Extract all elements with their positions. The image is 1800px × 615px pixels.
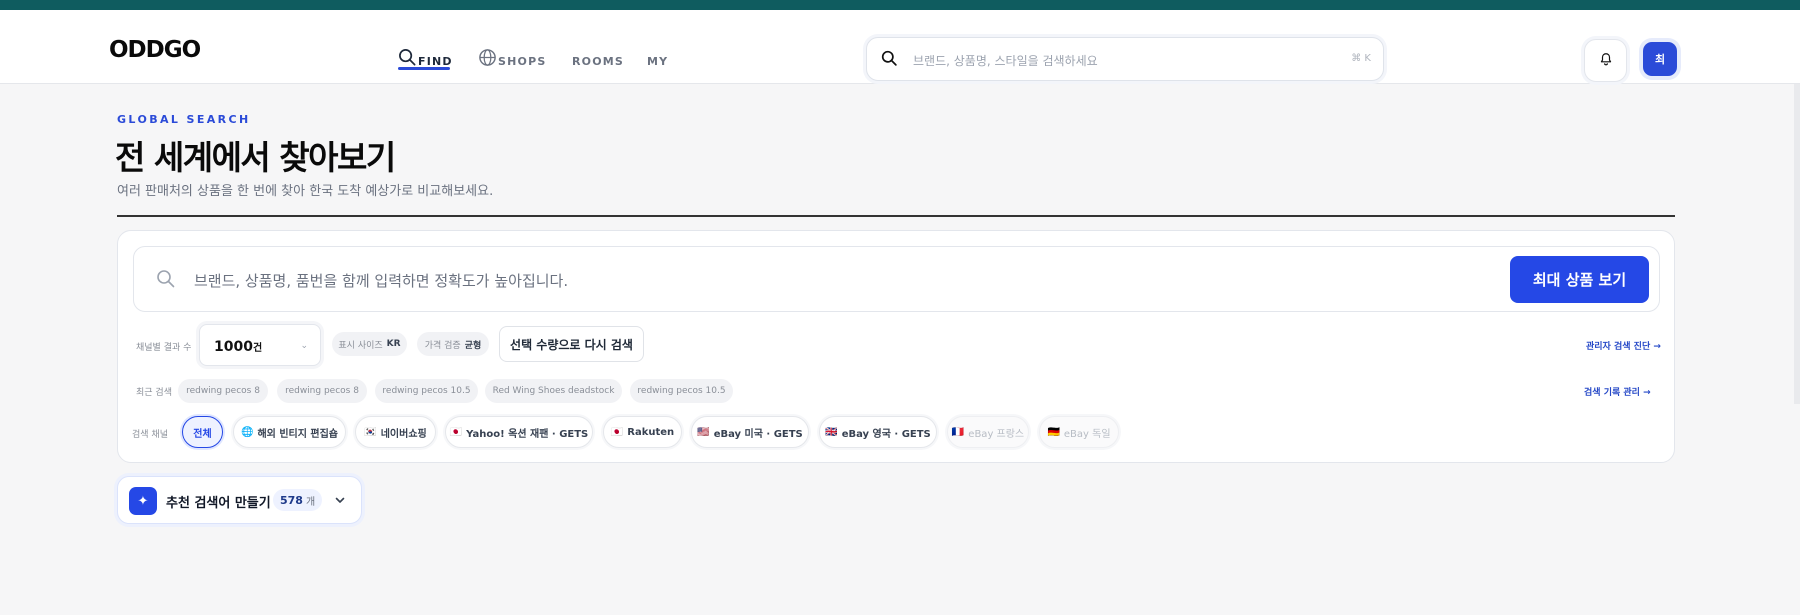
recommend-count-unit: 개 (305, 496, 316, 508)
nav-rooms-label: ROOMS (572, 55, 625, 68)
channel-label: eBay 프랑스 (968, 428, 1025, 440)
chevron-down-icon: ⌄ (300, 341, 308, 351)
top-accent-strip (0, 0, 1800, 10)
nav-rooms[interactable]: ROOMS (572, 40, 624, 70)
page-subtitle: 여러 판매처의 상품을 한 번에 찾아 한국 도착 예상가로 비교해보세요. (117, 184, 494, 199)
search-icon (156, 269, 176, 293)
globe-icon (478, 48, 497, 70)
channel-chip-naver[interactable]: 🇰🇷 네이버쇼핑 (355, 416, 436, 448)
price-check-label: 가격 검증 (424, 340, 461, 351)
sparkle-icon: ✦ (129, 487, 157, 515)
channel-label: eBay 미국 · GETS (713, 428, 803, 440)
results-per-channel-select[interactable]: 1000건 ⌄ (199, 324, 321, 366)
channel-chip-ebay-us[interactable]: 🇺🇸 eBay 미국 · GETS (691, 416, 809, 448)
recommend-keywords-toggle[interactable]: ✦ 추천 검색어 만들기 578 개 (117, 476, 362, 524)
uk-flag-icon: 🇬🇧 (825, 426, 838, 438)
results-per-channel-unit: 건 (252, 343, 263, 354)
recent-search-item[interactable]: redwing pecos 10.5 (630, 379, 733, 403)
search-history-link[interactable]: 검색 기록 관리 → (1584, 385, 1651, 398)
recommend-count-badge: 578 개 (273, 489, 323, 511)
price-check-value: 균형 (464, 340, 482, 351)
avatar[interactable]: 최 (1643, 42, 1677, 76)
notifications-button[interactable] (1584, 39, 1627, 82)
germany-flag-icon: 🇩🇪 (1047, 426, 1060, 438)
recommend-count: 578 (280, 493, 303, 507)
search-icon (881, 50, 898, 71)
display-size-value: KR (386, 339, 401, 349)
recent-searches-label: 최근 검색 (136, 388, 172, 398)
recent-search-item[interactable]: redwing pecos 8 (277, 379, 367, 403)
channels-label: 검색 채널 (132, 430, 168, 440)
display-size-toggle[interactable]: 표시 사이즈 KR (332, 332, 407, 356)
channel-label: 네이버쇼핑 (380, 428, 427, 440)
nav-shops[interactable]: SHOPS (478, 40, 546, 70)
nav-shops-label: SHOPS (498, 55, 547, 68)
channel-chip-yahoo-japan[interactable]: 🇯🇵 Yahoo! 옥션 재팬 · GETS (445, 416, 593, 448)
channel-label: eBay 독일 (1063, 428, 1111, 440)
scrollbar[interactable] (1794, 84, 1800, 404)
nav-active-underline (398, 67, 450, 70)
france-flag-icon: 🇫🇷 (951, 426, 965, 438)
recommend-label: 추천 검색어 만들기 (166, 496, 271, 511)
divider (117, 215, 1675, 217)
channel-label: Yahoo! 옥션 재팬 · GETS (466, 428, 589, 440)
results-per-channel-label: 채널별 결과 수 (136, 343, 192, 353)
channel-chip-rakuten[interactable]: 🇯🇵 Rakuten (603, 416, 682, 448)
display-size-label: 표시 사이즈 (338, 340, 383, 351)
page-title: 전 세계에서 찾아보기 (115, 138, 396, 177)
recent-search-item[interactable]: redwing pecos 10.5 (375, 379, 478, 403)
header-search-placeholder: 브랜드, 상품명, 스타일을 검색하세요 (913, 54, 1098, 68)
channel-chip-ebay-uk[interactable]: 🇬🇧 eBay 영국 · GETS (819, 416, 937, 448)
search-panel: 브랜드, 상품명, 품번을 함께 입력하면 정확도가 높아집니다. 최대 상품 … (117, 230, 1675, 463)
channel-chip-all[interactable]: 전체 (182, 416, 223, 448)
logo[interactable]: ODDGO (109, 37, 201, 63)
channel-chip-vintage[interactable]: 🌐 해외 빈티지 편집숍 (233, 416, 346, 448)
price-check-toggle[interactable]: 가격 검증 균형 (417, 332, 489, 356)
app-header: ODDGO FIND SHOPS ROOMS MY 브랜드, 상품명, 스타일을… (0, 10, 1800, 84)
recent-search-item[interactable]: redwing pecos 8 (178, 379, 268, 403)
header-search-input[interactable]: 브랜드, 상품명, 스타일을 검색하세요 ⌘ K (866, 37, 1384, 81)
channel-label: Rakuten (627, 426, 675, 438)
main-search-input[interactable]: 브랜드, 상품명, 품번을 함께 입력하면 정확도가 높아집니다. 최대 상품 … (133, 246, 1660, 312)
channel-label: eBay 영국 · GETS (841, 428, 931, 440)
search-submit-button[interactable]: 최대 상품 보기 (1510, 256, 1649, 303)
keyboard-shortcut-hint: ⌘ K (1351, 53, 1371, 64)
chevron-down-icon (334, 491, 346, 510)
japan-flag-icon: 🇯🇵 (449, 426, 463, 438)
admin-diagnostics-link[interactable]: 관리자 검색 진단 → (1586, 339, 1661, 352)
channel-label: 전체 (193, 428, 212, 440)
nav-find[interactable]: FIND (398, 40, 453, 70)
channel-chip-ebay-france[interactable]: 🇫🇷 eBay 프랑스 (947, 416, 1029, 448)
nav-my[interactable]: MY (647, 40, 668, 70)
nav-my-label: MY (647, 55, 669, 68)
korea-flag-icon: 🇰🇷 (364, 426, 377, 438)
recent-search-item[interactable]: Red Wing Shoes deadstock (485, 379, 622, 403)
results-per-channel-value: 1000 (214, 339, 253, 355)
channel-chip-ebay-germany[interactable]: 🇩🇪 eBay 독일 (1039, 416, 1119, 448)
channel-label: 해외 빈티지 편집숍 (257, 428, 339, 440)
bell-icon (1599, 51, 1613, 70)
main-search-placeholder: 브랜드, 상품명, 품번을 함께 입력하면 정확도가 높아집니다. (194, 272, 569, 290)
page-eyebrow: GLOBAL SEARCH (117, 113, 251, 126)
research-button[interactable]: 선택 수량으로 다시 검색 (499, 326, 644, 362)
us-flag-icon: 🇺🇸 (697, 426, 710, 438)
japan-flag-icon: 🇯🇵 (610, 426, 624, 438)
globe-flag-icon: 🌐 (240, 426, 254, 438)
